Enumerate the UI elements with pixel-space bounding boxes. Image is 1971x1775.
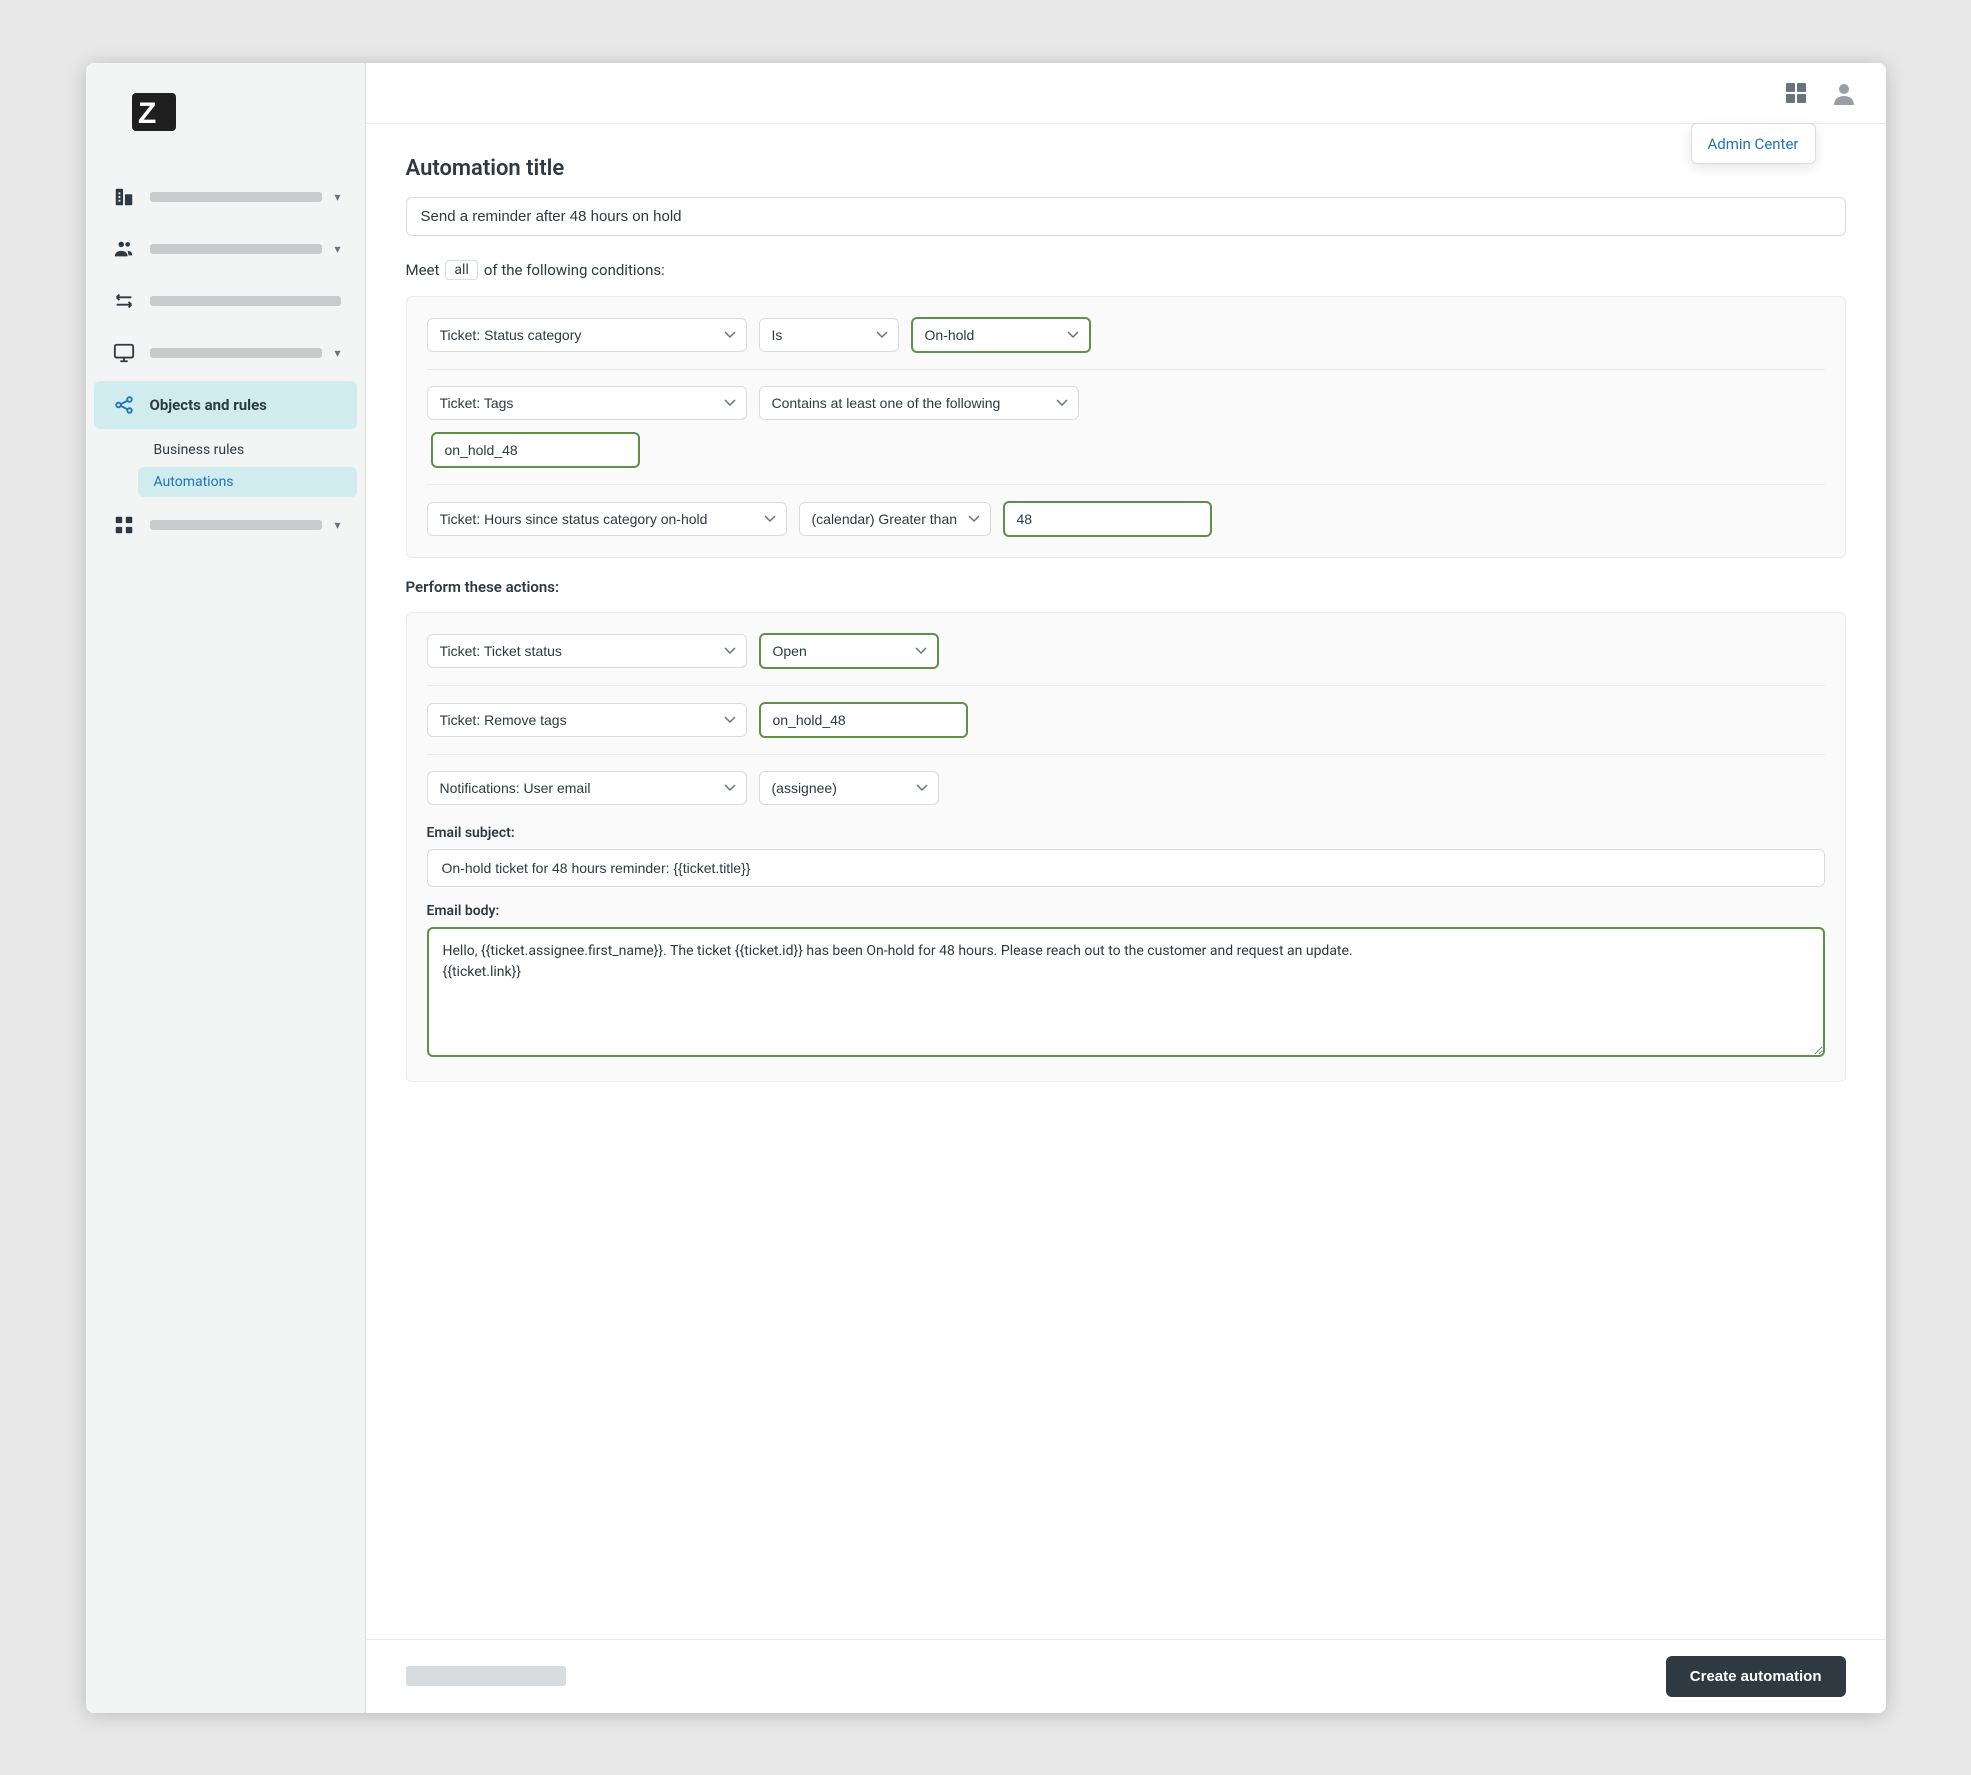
content-area: Automation title Meet all of the followi… <box>366 124 1886 1639</box>
chevron-down-icon: ▾ <box>334 190 340 204</box>
conditions-prefix: Meet <box>406 261 440 279</box>
sidebar-item-label: Objects and rules <box>150 396 267 414</box>
nav-label-bar <box>150 192 323 202</box>
sidebar-submenu: Business rules Automations <box>94 435 357 497</box>
apps-icon <box>110 511 138 539</box>
monitor-icon <box>110 339 138 367</box>
actions-header: Perform these actions: <box>406 578 1846 596</box>
sidebar-item-apps[interactable]: ▾ <box>94 501 357 549</box>
email-body-label: Email body: <box>427 903 1825 919</box>
actions-block: Ticket: Ticket status Open Ticket: Remov… <box>406 612 1846 1082</box>
bottom-left-placeholder <box>406 1666 566 1686</box>
chevron-down-icon: ▾ <box>334 242 340 256</box>
sidebar-nav: ▾ ▾ <box>86 173 365 549</box>
automation-title-heading: Automation title <box>406 156 1846 181</box>
main-content: Admin Center Automation title Meet all o… <box>366 63 1886 1713</box>
people-icon <box>110 235 138 263</box>
bottom-bar: Create automation <box>366 1639 1886 1713</box>
sidebar-item-objects-rules[interactable]: Objects and rules <box>94 381 357 429</box>
admin-center-link[interactable]: Admin Center <box>1708 135 1799 153</box>
all-badge: all <box>445 260 477 280</box>
nav-label-bar <box>150 520 323 530</box>
top-bar <box>366 63 1886 124</box>
condition-1-field[interactable]: Ticket: Status category <box>427 318 747 352</box>
automation-title-input[interactable] <box>406 197 1846 236</box>
grid-apps-icon[interactable] <box>1778 75 1814 111</box>
sidebar-subitem-automations[interactable]: Automations <box>138 467 357 497</box>
objects-rules-icon <box>110 391 138 419</box>
condition-3-field[interactable]: Ticket: Hours since status category on-h… <box>427 502 787 536</box>
action-3-field[interactable]: Notifications: User email <box>427 771 747 805</box>
sidebar-item-channels[interactable] <box>94 277 357 325</box>
nav-label-bar <box>150 296 341 306</box>
action-3-value[interactable]: (assignee) <box>759 771 939 805</box>
action-row-2: Ticket: Remove tags <box>427 702 1825 738</box>
action-1-field[interactable]: Ticket: Ticket status <box>427 634 747 668</box>
sidebar-item-buildings[interactable]: ▾ <box>94 173 357 221</box>
action-2-value[interactable] <box>759 702 968 738</box>
email-section: Email subject: Email body: Hello, {{tick… <box>427 825 1825 1061</box>
user-profile-icon[interactable] <box>1826 75 1862 111</box>
email-subject-input[interactable] <box>427 849 1825 887</box>
nav-label-bar <box>150 348 323 358</box>
action-1-value[interactable]: Open <box>759 633 939 669</box>
email-subject-label: Email subject: <box>427 825 1825 841</box>
condition-1-value[interactable]: On-hold <box>911 317 1091 353</box>
action-row-3: Notifications: User email (assignee) <box>427 771 1825 805</box>
admin-center-dropdown: Admin Center <box>1691 123 1816 164</box>
condition-row-1: Ticket: Status category Is On-hold <box>427 317 1825 353</box>
arrows-icon <box>110 287 138 315</box>
action-2-field[interactable]: Ticket: Remove tags <box>427 703 747 737</box>
condition-3-operator[interactable]: (calendar) Greater than <box>799 502 991 536</box>
conditions-block: Ticket: Status category Is On-hold Ticke… <box>406 296 1846 558</box>
conditions-suffix: of the following conditions: <box>484 261 665 279</box>
sidebar-item-workspaces[interactable]: ▾ <box>94 329 357 377</box>
logo: Z <box>86 63 365 165</box>
sidebar: Z ▾ ▾ <box>86 63 366 1713</box>
chevron-down-icon: ▾ <box>334 346 340 360</box>
condition-3-value[interactable] <box>1003 501 1212 537</box>
condition-2-operator[interactable]: Contains at least one of the following <box>759 386 1079 420</box>
condition-2-value[interactable] <box>431 432 640 468</box>
email-body-textarea[interactable]: Hello, {{ticket.assignee.first_name}}. T… <box>427 927 1825 1057</box>
top-bar-wrapper: Admin Center <box>366 63 1886 124</box>
conditions-header: Meet all of the following conditions: <box>406 260 1846 280</box>
condition-2-field[interactable]: Ticket: Tags <box>427 386 747 420</box>
building-icon <box>110 183 138 211</box>
svg-text:Z: Z <box>138 97 156 130</box>
sidebar-subitem-business-rules[interactable]: Business rules <box>138 435 357 465</box>
action-row-1: Ticket: Ticket status Open <box>427 633 1825 669</box>
chevron-down-icon: ▾ <box>334 518 340 532</box>
create-automation-button[interactable]: Create automation <box>1666 1656 1846 1697</box>
sidebar-item-people[interactable]: ▾ <box>94 225 357 273</box>
nav-label-bar <box>150 244 323 254</box>
condition-row-2: Ticket: Tags Contains at least one of th… <box>427 386 1825 468</box>
condition-row-3: Ticket: Hours since status category on-h… <box>427 501 1825 537</box>
condition-1-operator[interactable]: Is <box>759 318 899 352</box>
